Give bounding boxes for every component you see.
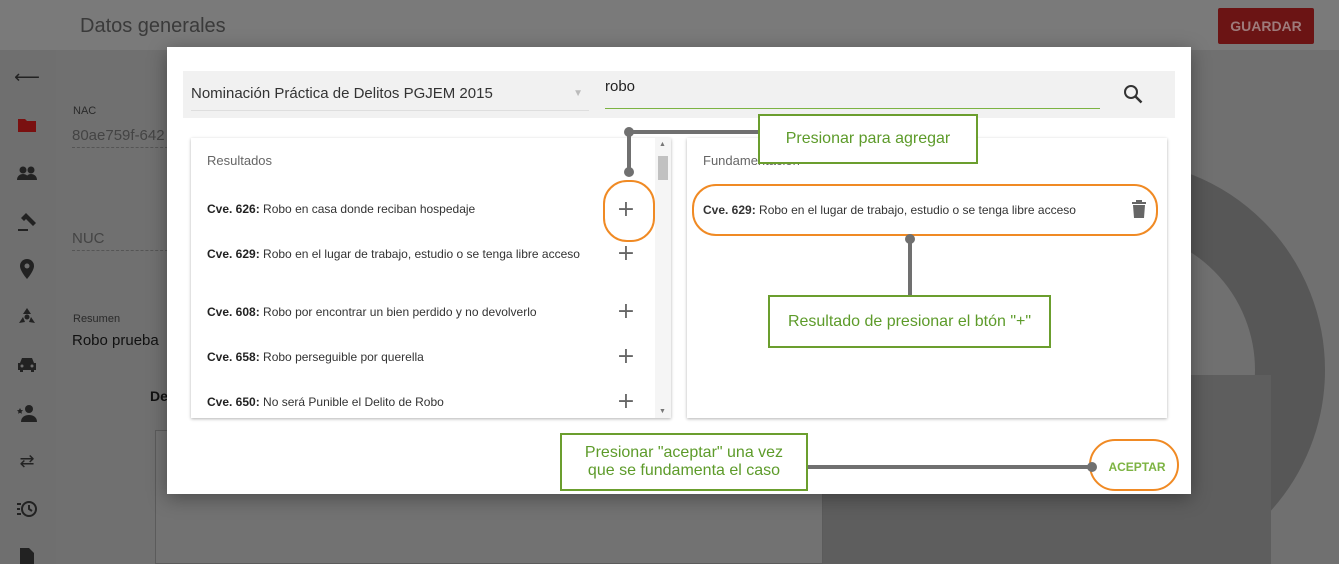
nac-label: NAC [73, 105, 97, 117]
result-item: Cve. 650: No será Punible el Delito de R… [207, 396, 647, 409]
scroll-up-icon[interactable]: ▲ [659, 141, 666, 148]
scrollbar-thumb[interactable] [658, 156, 668, 180]
people-icon[interactable] [15, 161, 39, 185]
section-heading: De [150, 388, 168, 404]
result-item: Cve. 608: Robo por encontrar un bien per… [207, 306, 647, 319]
result-code: Cve. 650: [207, 395, 260, 409]
classification-dialog: Nominación Práctica de Delitos PGJEM 201… [167, 47, 1191, 494]
sidebar: ⟵ ⇄ [0, 50, 56, 564]
callout-add: Presionar para agregar [758, 114, 978, 164]
result-item: Cve. 658: Robo perseguible por querella [207, 351, 647, 364]
history-icon[interactable] [15, 497, 39, 521]
search-icon[interactable] [1121, 83, 1145, 107]
add-result-button[interactable]: + [616, 391, 636, 413]
connector-dot [1087, 462, 1097, 472]
location-pin-icon[interactable] [15, 257, 39, 281]
add-result-button[interactable]: + [616, 301, 636, 323]
connector-line [629, 130, 760, 134]
search-input[interactable] [605, 72, 1100, 109]
callout-accept: Presionar "aceptar" una vez que se funda… [560, 433, 808, 491]
folder-icon[interactable] [15, 113, 39, 137]
nuc-field[interactable]: NUC [72, 230, 168, 251]
highlight-fundamentation-item [692, 184, 1158, 236]
result-text: Robo en el lugar de trabajo, estudio o s… [263, 247, 580, 261]
connector-dot [624, 167, 634, 177]
add-result-button[interactable]: + [616, 243, 636, 265]
chevron-down-icon: ▼ [573, 88, 583, 99]
save-button[interactable]: GUARDAR [1218, 8, 1314, 44]
result-text: Robo por encontrar un bien perdido y no … [263, 305, 537, 319]
document-icon[interactable] [15, 545, 39, 564]
add-result-button[interactable]: + [616, 346, 636, 368]
results-title: Resultados [207, 153, 273, 168]
fundamentation-panel: Fundamentación Cve. 629: Robo en el luga… [687, 138, 1167, 418]
callout-result: Resultado de presionar el btón "+" [768, 295, 1051, 348]
catalog-select[interactable]: Nominación Práctica de Delitos PGJEM 201… [191, 77, 589, 111]
top-bar: Datos generales GUARDAR [0, 0, 1339, 50]
connector-line [808, 465, 1093, 469]
results-panel: Resultados Cve. 626: Robo en casa donde … [191, 138, 671, 418]
back-arrow-icon[interactable]: ⟵ [14, 65, 40, 89]
nac-field[interactable]: 80ae759f-642 [72, 127, 168, 148]
hazard-icon[interactable] [15, 305, 39, 329]
result-code: Cve. 629: [207, 247, 260, 261]
result-text: No será Punible el Delito de Robo [263, 395, 444, 409]
result-text: Robo perseguible por querella [263, 350, 424, 364]
connector-line [908, 238, 912, 296]
scroll-down-icon[interactable]: ▼ [659, 408, 666, 415]
catalog-select-value: Nominación Práctica de Delitos PGJEM 201… [191, 85, 493, 102]
person-star-icon[interactable] [15, 401, 39, 425]
page-title: Datos generales [80, 15, 226, 37]
result-text: Robo en casa donde reciban hospedaje [263, 202, 476, 216]
result-item: Cve. 629: Robo en el lugar de trabajo, e… [207, 248, 587, 261]
result-code: Cve. 658: [207, 350, 260, 364]
car-icon[interactable] [15, 353, 39, 377]
search-bar: Nominación Práctica de Delitos PGJEM 201… [183, 71, 1175, 118]
swap-icon[interactable]: ⇄ [15, 449, 39, 473]
result-code: Cve. 608: [207, 305, 260, 319]
summary-label: Resumen [73, 313, 121, 325]
summary-field[interactable]: Robo prueba [72, 332, 159, 349]
result-item: Cve. 626: Robo en casa donde reciban hos… [207, 203, 647, 216]
highlight-add-button [603, 180, 655, 242]
result-code: Cve. 626: [207, 202, 260, 216]
results-scrollbar[interactable]: ▲ ▼ [655, 138, 671, 418]
highlight-accept-button [1089, 439, 1179, 491]
gavel-icon[interactable] [15, 209, 39, 233]
